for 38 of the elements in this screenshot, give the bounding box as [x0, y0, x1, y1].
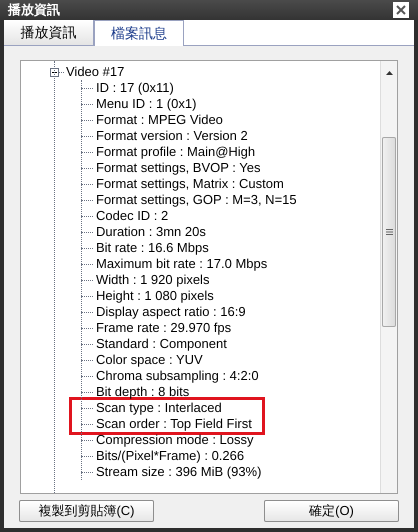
tab[interactable]: 檔案訊息 — [94, 20, 184, 46]
copy-button[interactable]: 複製到剪貼簿(C) — [19, 500, 154, 522]
tree-item[interactable]: Format version : Version 2 — [96, 128, 248, 144]
tree-item[interactable]: Format profile : Main@High — [96, 144, 256, 160]
close-icon — [396, 5, 406, 15]
tree-item[interactable]: Height : 1 080 pixels — [96, 288, 214, 304]
tree-item[interactable]: Bit rate : 16.6 Mbps — [96, 240, 209, 256]
tree-item[interactable]: Width : 1 920 pixels — [96, 272, 210, 288]
tree-item[interactable]: ID : 17 (0x11) — [96, 80, 174, 96]
tree-item[interactable]: Format settings, Matrix : Custom — [96, 176, 284, 192]
tree-item[interactable]: Format settings, BVOP : Yes — [96, 160, 261, 176]
tree-item[interactable]: Stream size : 396 MiB (93%) — [96, 464, 262, 480]
collapse-icon[interactable] — [50, 68, 59, 76]
scroll-up-icon[interactable] — [386, 71, 392, 75]
tree-item[interactable]: Video #17 — [66, 62, 124, 82]
tree-item[interactable]: Color space : YUV — [96, 352, 203, 368]
grip-icon — [386, 229, 392, 235]
tree-item[interactable]: Maximum bit rate : 17.0 Mbps — [96, 256, 268, 272]
tree-item[interactable]: Scan type : Interlaced — [96, 400, 222, 416]
tab[interactable]: 播放資訊 — [4, 20, 94, 45]
tree-item[interactable]: Display aspect ratio : 16:9 — [96, 304, 246, 320]
tree-item[interactable]: Frame rate : 29.970 fps — [96, 320, 232, 336]
ok-button[interactable]: 確定(O) — [264, 500, 399, 522]
tree-item[interactable]: Codec ID : 2 — [96, 208, 168, 224]
tree-item[interactable]: Format settings, GOP : M=3, N=15 — [96, 192, 297, 208]
scroll-thumb[interactable] — [382, 137, 396, 327]
window-title: 播放資訊 — [8, 1, 60, 20]
tree-item[interactable]: Standard : Component — [96, 336, 227, 352]
tree-item[interactable]: Duration : 3mn 20s — [96, 224, 206, 240]
tree-item[interactable]: Bits/(Pixel*Frame) : 0.266 — [96, 448, 244, 464]
tree-item[interactable]: Chroma subsampling : 4:2:0 — [96, 368, 259, 384]
tree-item[interactable]: Format : MPEG Video — [96, 112, 223, 128]
scrollbar[interactable] — [380, 61, 397, 493]
tree-item[interactable]: Bit depth : 8 bits — [96, 384, 190, 400]
tree-item[interactable]: Scan order : Top Field First — [96, 416, 252, 432]
close-button[interactable] — [393, 2, 409, 18]
tree-item[interactable]: Compression mode : Lossy — [96, 432, 254, 448]
tree-item[interactable]: Menu ID : 1 (0x1) — [96, 96, 196, 112]
